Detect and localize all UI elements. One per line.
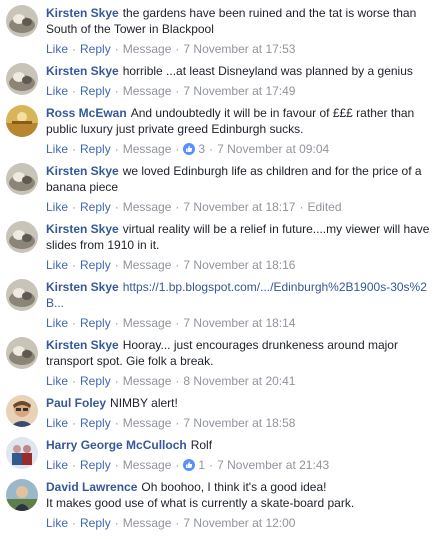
comment-author[interactable]: Kirsten Skye [46, 6, 119, 20]
reply-button[interactable]: Reply [80, 516, 111, 530]
message-button[interactable]: Message [123, 42, 172, 56]
comment-thread: Kirsten Skye the gardens have been ruined… [0, 0, 445, 539]
avatar[interactable] [6, 163, 38, 195]
reply-button[interactable]: Reply [80, 374, 111, 388]
comment-author[interactable]: Kirsten Skye [46, 164, 119, 178]
message-button[interactable]: Message [123, 84, 172, 98]
comment-timestamp[interactable]: 7 November at 18:16 [183, 258, 295, 272]
comment-timestamp[interactable]: 7 November at 18:14 [183, 316, 295, 330]
avatar[interactable] [6, 279, 38, 311]
comment-text: Rolf [190, 438, 213, 452]
reply-button[interactable]: Reply [80, 258, 111, 272]
avatar[interactable] [6, 221, 38, 253]
comment-text: horrible ...at least Disneyland was plan… [122, 64, 413, 78]
comment-timestamp[interactable]: 8 November at 20:41 [183, 374, 295, 388]
avatar[interactable] [6, 395, 38, 427]
message-button[interactable]: Message [123, 416, 172, 430]
comment-timestamp[interactable]: 7 November at 12:00 [183, 516, 295, 530]
comment-text-line-2: It makes good use of what is currently a… [46, 496, 355, 510]
message-button[interactable]: Message [123, 142, 172, 156]
like-button[interactable]: Like [46, 316, 68, 330]
avatar[interactable] [6, 63, 38, 95]
comment-author[interactable]: Kirsten Skye [46, 222, 119, 236]
comment-timestamp[interactable]: 7 November at 18:58 [183, 416, 295, 430]
reaction-count[interactable]: 3 [183, 142, 205, 156]
comment-author[interactable]: Paul Foley [46, 396, 106, 410]
message-button[interactable]: Message [123, 316, 172, 330]
reply-button[interactable]: Reply [80, 142, 111, 156]
reply-button[interactable]: Reply [80, 416, 111, 430]
comment-author[interactable]: Kirsten Skye [46, 338, 119, 352]
like-button[interactable]: Like [46, 200, 68, 214]
avatar[interactable] [6, 5, 38, 37]
comment-author[interactable]: David Lawrence [46, 480, 137, 494]
like-button[interactable]: Like [46, 42, 68, 56]
like-button[interactable]: Like [46, 416, 68, 430]
avatar[interactable] [6, 337, 38, 369]
comment-timestamp[interactable]: 7 November at 09:04 [217, 142, 329, 156]
avatar[interactable] [6, 437, 38, 469]
thumbs-up-icon [183, 459, 196, 471]
message-button[interactable]: Message [123, 458, 172, 472]
message-button[interactable]: Message [123, 374, 172, 388]
comment-timestamp[interactable]: 7 November at 21:43 [217, 458, 329, 472]
comment-author[interactable]: Kirsten Skye [46, 64, 119, 78]
avatar[interactable] [6, 479, 38, 511]
like-button[interactable]: Like [46, 84, 68, 98]
comment-text: Oh boohoo, I think it's a good idea! [141, 480, 327, 494]
like-button[interactable]: Like [46, 516, 68, 530]
message-button[interactable]: Message [123, 516, 172, 530]
comment-author[interactable]: Ross McEwan [46, 106, 127, 120]
thumbs-up-icon [183, 143, 196, 155]
like-button[interactable]: Like [46, 374, 68, 388]
reply-button[interactable]: Reply [80, 458, 111, 472]
avatar[interactable] [6, 105, 38, 137]
comment-timestamp[interactable]: 7 November at 17:53 [183, 42, 295, 56]
reaction-count[interactable]: 1 [183, 458, 205, 472]
comment-author[interactable]: Harry George McCulloch [46, 438, 187, 452]
like-button[interactable]: Like [46, 258, 68, 272]
reply-button[interactable]: Reply [80, 200, 111, 214]
comment-text: NIMBY alert! [110, 396, 178, 410]
message-button[interactable]: Message [123, 200, 172, 214]
comment-timestamp[interactable]: 7 November at 18:17 [183, 200, 295, 214]
edited-label[interactable]: Edited [307, 200, 341, 214]
comment-author[interactable]: Kirsten Skye [46, 280, 119, 294]
comment-timestamp[interactable]: 7 November at 17:49 [183, 84, 295, 98]
reply-button[interactable]: Reply [80, 84, 111, 98]
like-button[interactable]: Like [46, 458, 68, 472]
reply-button[interactable]: Reply [80, 42, 111, 56]
like-button[interactable]: Like [46, 142, 68, 156]
reply-button[interactable]: Reply [80, 316, 111, 330]
message-button[interactable]: Message [123, 258, 172, 272]
